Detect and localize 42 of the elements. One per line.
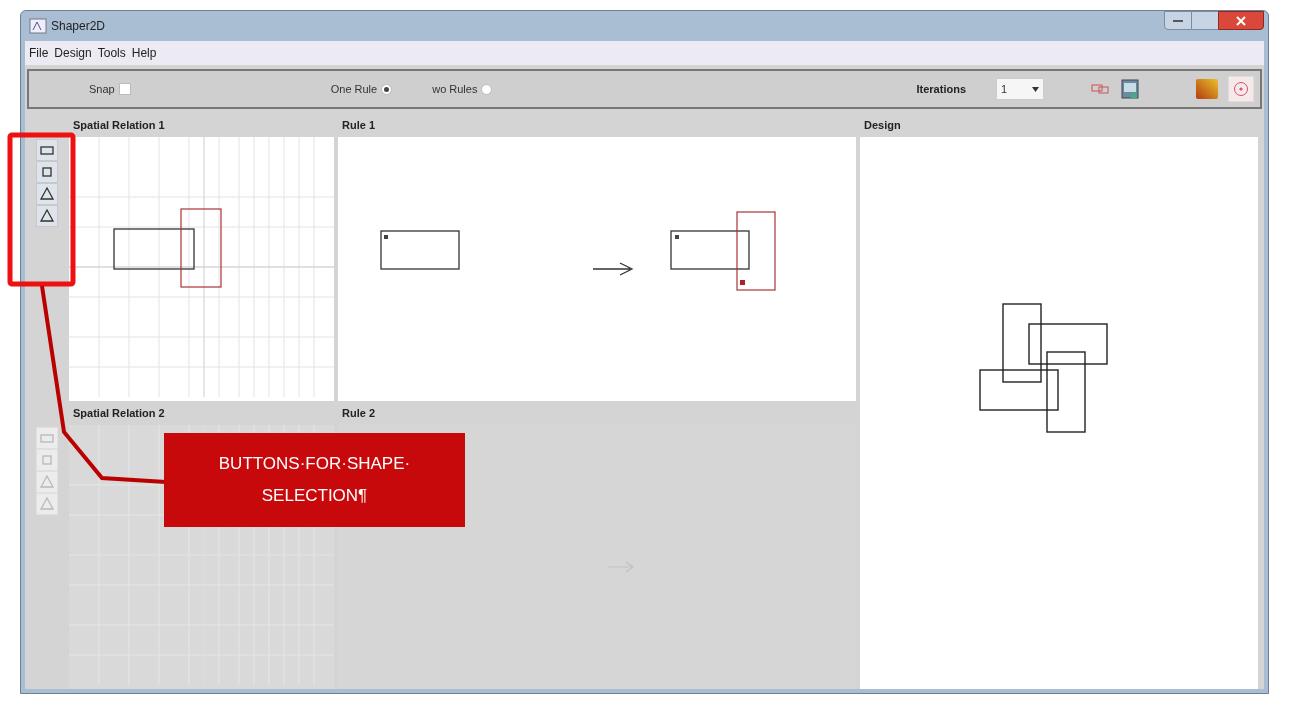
minimize-button[interactable]	[1164, 11, 1192, 30]
shape-button[interactable]	[36, 161, 58, 183]
target-button[interactable]	[1228, 76, 1254, 102]
square-icon	[39, 452, 55, 468]
triangle-icon	[39, 474, 55, 490]
dropdown-arrow-icon	[1032, 86, 1039, 92]
triangle-icon	[39, 186, 55, 202]
snap-checkbox[interactable]	[118, 83, 131, 95]
shape-button[interactable]	[36, 205, 58, 227]
maximize-button[interactable]	[1192, 11, 1218, 30]
color-button[interactable]	[1194, 76, 1220, 102]
menu-item[interactable]: Design	[54, 44, 92, 62]
iterations-dropdown[interactable]: 1	[996, 78, 1044, 100]
rule-mode-label: One Rule	[330, 81, 378, 97]
shape-button[interactable]	[36, 183, 58, 205]
target-icon	[1233, 81, 1249, 97]
callout-label: BUTTONS·FOR·SHAPE·SELECTION¶	[164, 433, 465, 527]
snap-label: Snap	[89, 81, 115, 97]
shape-button[interactable]	[36, 139, 58, 161]
close-icon	[1236, 15, 1246, 26]
iterations-label: Iterations	[916, 81, 966, 97]
menu-item[interactable]: File	[29, 44, 49, 62]
window-title: Shaper2D	[51, 18, 106, 35]
color-gradient-icon	[1196, 79, 1218, 99]
panel-title: Rule 2	[341, 405, 376, 421]
menu-item[interactable]: Help	[131, 44, 157, 62]
app-icon	[29, 18, 47, 34]
triangle-icon	[39, 496, 55, 512]
close-button[interactable]	[1218, 11, 1264, 30]
rectangle-pair-icon	[1091, 83, 1109, 95]
panel-title: Rule 1	[341, 117, 376, 133]
rule-mode-radio[interactable]	[481, 83, 493, 95]
rule-mode-radio[interactable]	[381, 83, 393, 95]
export-button[interactable]	[1118, 77, 1142, 101]
triangle-icon	[39, 208, 55, 224]
panel-title: Spatial Relation 1	[72, 117, 166, 133]
rule-mode-label: wo Rules	[432, 81, 478, 97]
square-icon	[39, 164, 55, 180]
panel-title: Design	[863, 117, 902, 133]
menu-item[interactable]: Tools	[97, 44, 126, 62]
panel-title: Spatial Relation 2	[72, 405, 166, 421]
image-icon	[1121, 79, 1139, 99]
